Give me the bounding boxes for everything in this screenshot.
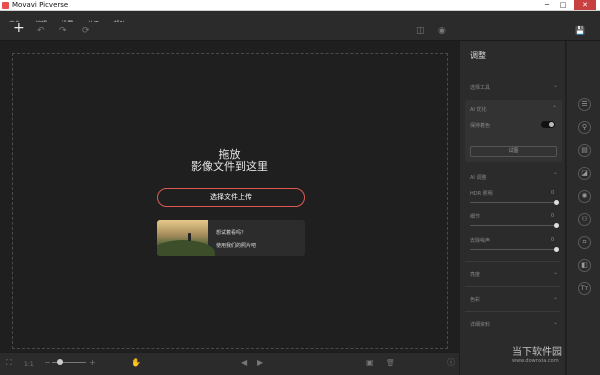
frame-icon[interactable]: ◪ bbox=[578, 167, 591, 180]
compare-icon[interactable]: ◫ bbox=[416, 25, 425, 37]
chevron-down-icon[interactable]: ⌄ bbox=[553, 269, 558, 276]
sample-photo-card[interactable]: 想试着看吗？ 使用我们的照片吧 bbox=[157, 220, 305, 256]
hdr-slider-label: HDR 照明 bbox=[470, 191, 493, 197]
window-title: Movavi Picverse bbox=[12, 1, 69, 9]
sample-prompt: 想试着看吗？ bbox=[216, 230, 247, 236]
layers-icon[interactable]: ◧ bbox=[578, 259, 591, 272]
filter-icon[interactable]: ✺ bbox=[578, 190, 591, 203]
add-icon[interactable]: + bbox=[13, 21, 25, 35]
select-tool-section[interactable]: 选择工具 bbox=[470, 84, 490, 91]
ai-enhance-label[interactable]: AI 优化 bbox=[470, 106, 487, 113]
text-icon[interactable]: Tт bbox=[578, 282, 591, 295]
keep-colors-toggle[interactable] bbox=[541, 121, 555, 128]
save-icon[interactable]: 💾 bbox=[575, 25, 585, 37]
watermark-url: www.downxia.com bbox=[512, 358, 559, 364]
ai-adjust-label[interactable]: AI 调整 bbox=[470, 174, 487, 181]
ai-enhance-box: AI 优化 ⌃ 保持着色 试图 bbox=[465, 100, 562, 162]
title-bar: Movavi Picverse ─ □ ✕ bbox=[0, 0, 600, 11]
zoom-out-icon[interactable]: − bbox=[44, 358, 51, 368]
details-section[interactable]: 详细资料 bbox=[470, 321, 490, 328]
preview-eye-icon[interactable]: ◉ bbox=[438, 25, 446, 37]
previous-image-icon[interactable]: ◀ bbox=[241, 358, 247, 368]
hdr-slider[interactable] bbox=[470, 200, 559, 205]
upload-file-button[interactable]: 选择文件上传 bbox=[157, 188, 305, 207]
sample-action: 使用我们的照片吧 bbox=[216, 243, 257, 249]
hdr-slider-value: 0 bbox=[551, 190, 555, 196]
adjust-panel: 调整 选择工具 ⌄ AI 优化 ⌃ 保持着色 试图 AI 调整 ⌃ HDR 照明… bbox=[460, 41, 565, 375]
adjust-icon[interactable]: ☰ bbox=[578, 98, 591, 111]
panel-divider bbox=[465, 311, 560, 312]
denoise-slider-label: 去除噪声 bbox=[470, 238, 491, 244]
chevron-down-icon[interactable]: ⌄ bbox=[553, 82, 558, 89]
denoise-slider-value: 0 bbox=[551, 237, 555, 243]
info-icon[interactable]: ⓘ bbox=[447, 358, 455, 368]
hand-tool-icon[interactable]: ✋ bbox=[131, 358, 141, 368]
panel-title: 调整 bbox=[470, 51, 486, 60]
fit-screen-icon[interactable]: ⛶ bbox=[6, 358, 12, 368]
tool-rail: ☰ ⚲ ▤ ◪ ✺ ⚇ ⌗ ◧ Tт bbox=[566, 41, 600, 375]
color-section[interactable]: 色彩 bbox=[470, 296, 480, 303]
detail-slider-value: 0 bbox=[551, 213, 555, 219]
chevron-up-icon[interactable]: ⌃ bbox=[553, 172, 558, 179]
menu-bar: 文件 编辑 设置 关于 帮助 bbox=[0, 11, 600, 28]
overlay-icon[interactable]: ⚇ bbox=[578, 213, 591, 226]
add-image-icon[interactable]: ▣ bbox=[366, 358, 374, 368]
sample-photo-thumbnail bbox=[157, 220, 215, 256]
chevron-down-icon[interactable]: ⌄ bbox=[553, 319, 558, 326]
denoise-slider[interactable] bbox=[470, 247, 559, 252]
maximize-button[interactable]: □ bbox=[556, 0, 570, 10]
redo-icon[interactable]: ↷ bbox=[59, 25, 67, 37]
detail-slider[interactable] bbox=[470, 223, 559, 228]
drop-subtitle: 影像文件到这里 bbox=[191, 160, 268, 173]
toolbar: + ↶ ↷ ⟳ ◫ ◉ 💾 bbox=[0, 21, 600, 41]
stamp-icon[interactable]: ⚲ bbox=[578, 121, 591, 134]
zoom-ratio[interactable]: 1:1 bbox=[24, 360, 34, 370]
brightness-section[interactable]: 亮度 bbox=[470, 271, 480, 278]
chevron-down-icon[interactable]: ⌄ bbox=[553, 294, 558, 301]
delete-icon[interactable]: 🗑 bbox=[386, 358, 395, 368]
close-button[interactable]: ✕ bbox=[574, 0, 596, 10]
try-button[interactable]: 试图 bbox=[470, 146, 557, 157]
chevron-up-icon[interactable]: ⌃ bbox=[552, 105, 557, 112]
next-image-icon[interactable]: ▶ bbox=[257, 358, 263, 368]
zoom-in-icon[interactable]: + bbox=[89, 358, 96, 368]
hiker-figure bbox=[188, 233, 191, 241]
site-watermark: 当下软件园 www.downxia.com bbox=[512, 343, 562, 364]
detail-slider-label: 细节 bbox=[470, 214, 481, 220]
status-bar: ⛶ 1:1 − + ✋ ◀ ▶ ▣ 🗑 ⓘ bbox=[0, 353, 459, 375]
crop-icon[interactable]: ⌗ bbox=[578, 236, 591, 249]
watermark-main: 当下软件园 bbox=[512, 347, 562, 358]
undo-icon[interactable]: ↶ bbox=[37, 25, 45, 37]
app-icon bbox=[2, 2, 9, 9]
panel-divider bbox=[465, 261, 560, 262]
zoom-slider-knob[interactable] bbox=[57, 359, 63, 365]
hill-shape bbox=[157, 240, 215, 256]
minimize-button[interactable]: ─ bbox=[540, 0, 554, 10]
keep-colors-label: 保持着色 bbox=[470, 123, 491, 129]
image-icon[interactable]: ▤ bbox=[578, 144, 591, 157]
panel-divider bbox=[465, 286, 560, 287]
reset-icon[interactable]: ⟳ bbox=[82, 25, 90, 37]
